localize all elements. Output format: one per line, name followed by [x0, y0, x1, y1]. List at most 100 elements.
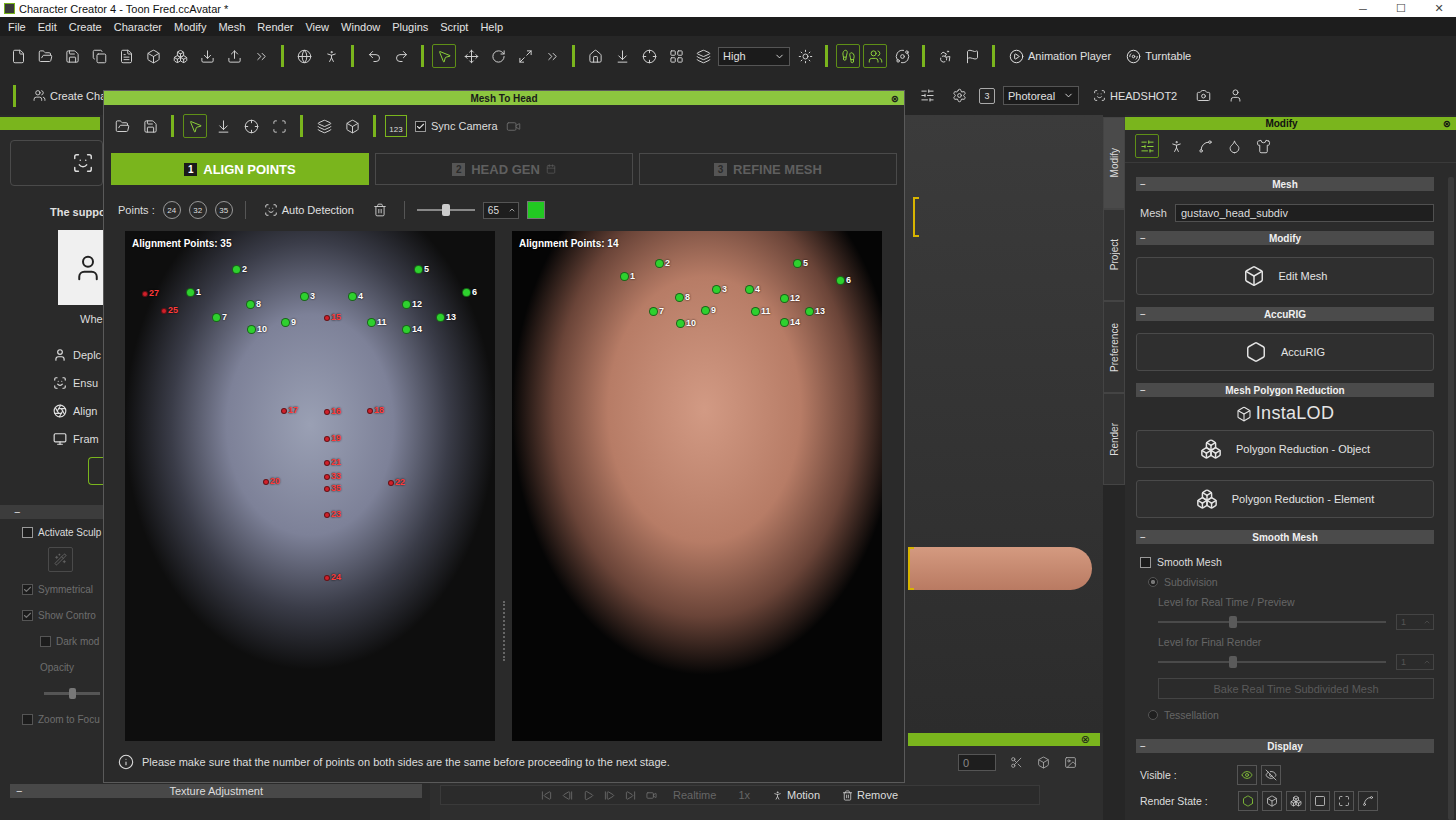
- speed-dropdown[interactable]: 1x: [732, 789, 756, 801]
- alignment-point[interactable]: 9: [701, 306, 716, 315]
- alignment-point[interactable]: 6: [836, 276, 851, 285]
- toolbar-button[interactable]: [502, 114, 526, 138]
- menu-item[interactable]: Script: [434, 21, 474, 33]
- render-state-toggle[interactable]: [1334, 791, 1354, 811]
- icon-tab[interactable]: [1193, 134, 1217, 158]
- toolbar-button[interactable]: [239, 114, 263, 138]
- headshot-button[interactable]: HEADSHOT2: [1087, 89, 1183, 102]
- toolbar-button[interactable]: [459, 44, 483, 68]
- toolbar-button[interactable]: [141, 44, 165, 68]
- alignment-point[interactable]: 1: [620, 272, 635, 281]
- motion-button[interactable]: Motion: [766, 789, 826, 801]
- side-tab[interactable]: Project: [1103, 209, 1125, 301]
- toolbar-button[interactable]: [312, 114, 336, 138]
- icon-tab[interactable]: [1135, 134, 1159, 158]
- section-bar[interactable]: −Mesh: [1136, 177, 1434, 191]
- toolbar-button[interactable]: [249, 44, 273, 68]
- menu-item[interactable]: Mesh: [212, 21, 251, 33]
- point-preset-button[interactable]: 32: [189, 201, 207, 219]
- alignment-point[interactable]: 8: [675, 293, 690, 302]
- animation-player-button[interactable]: Animation Player: [1003, 49, 1117, 64]
- render-state-toggle[interactable]: [1286, 791, 1306, 811]
- alignment-point[interactable]: 13: [436, 313, 456, 322]
- slider-knob[interactable]: [1229, 656, 1237, 668]
- viewport-button[interactable]: [915, 84, 939, 108]
- toolbar-button[interactable]: [890, 44, 914, 68]
- viewport-button[interactable]: [1191, 84, 1215, 108]
- point-preset-button[interactable]: 35: [215, 201, 233, 219]
- point-color-swatch[interactable]: [527, 201, 545, 219]
- alignment-point[interactable]: 8: [246, 300, 261, 309]
- clear-points-button[interactable]: [368, 198, 392, 222]
- toolbar-button[interactable]: [340, 114, 364, 138]
- alignment-view[interactable]: Alignment Points: 3512345678910111213141…: [125, 231, 495, 741]
- level-slider[interactable]: 1: [1136, 612, 1434, 632]
- toolbar-button[interactable]: [222, 44, 246, 68]
- section-bar[interactable]: −Modify: [1136, 231, 1434, 245]
- viewport-button[interactable]: [1223, 84, 1247, 108]
- smooth-mesh-checkbox[interactable]: Smooth Mesh: [1136, 552, 1434, 572]
- view-splitter[interactable]: [503, 601, 506, 661]
- toolbar-button[interactable]: [933, 44, 957, 68]
- checkbox[interactable]: [1140, 557, 1151, 568]
- toolbar-button[interactable]: [114, 44, 138, 68]
- section-bar[interactable]: −Smooth Mesh: [1136, 530, 1434, 544]
- section-bar[interactable]: −Display: [1136, 739, 1434, 753]
- level-spinner[interactable]: 1: [1396, 614, 1434, 630]
- quality-dropdown[interactable]: High: [718, 47, 790, 66]
- level-spinner[interactable]: 1: [1396, 654, 1434, 670]
- alignment-view[interactable]: Alignment Points: 141234567891011121314: [512, 231, 882, 741]
- checkbox[interactable]: [415, 121, 426, 132]
- point-size-slider[interactable]: [417, 209, 475, 211]
- icon-tab[interactable]: [1222, 134, 1246, 158]
- alignment-point[interactable]: 12: [780, 294, 800, 303]
- toolbar-button[interactable]: [610, 44, 634, 68]
- toolbar-button[interactable]: [960, 44, 984, 68]
- alignment-point[interactable]: 22: [388, 478, 405, 487]
- alignment-point[interactable]: 21: [324, 458, 341, 467]
- render-state-toggle[interactable]: [1262, 791, 1282, 811]
- alignment-point[interactable]: 11: [367, 318, 387, 327]
- scrollbar[interactable]: [1448, 177, 1454, 820]
- polygon-reduction-button[interactable]: Polygon Reduction - Object: [1136, 430, 1434, 468]
- alignment-point[interactable]: 9: [281, 318, 296, 327]
- toolbar-button[interactable]: [6, 44, 30, 68]
- alignment-point[interactable]: 23: [324, 510, 341, 519]
- menu-item[interactable]: Help: [474, 21, 509, 33]
- alignment-point[interactable]: 20: [263, 477, 280, 486]
- toolbar-button[interactable]: [540, 44, 564, 68]
- alignment-point[interactable]: 5: [414, 265, 429, 274]
- alignment-point[interactable]: 33: [324, 472, 341, 481]
- render-state-toggle[interactable]: [1238, 791, 1258, 811]
- toolbar-button[interactable]: [110, 114, 134, 138]
- checkbox[interactable]: [22, 584, 33, 595]
- frame-spinner[interactable]: 0: [958, 754, 996, 771]
- alignment-point[interactable]: 13: [805, 307, 825, 316]
- menu-item[interactable]: Character: [108, 21, 168, 33]
- side-tab[interactable]: Preference: [1103, 301, 1125, 393]
- menu-item[interactable]: View: [299, 21, 335, 33]
- toolbar-button[interactable]: [691, 44, 715, 68]
- realtime-button[interactable]: Realtime: [667, 789, 722, 801]
- action-button[interactable]: [88, 457, 103, 485]
- alignment-point[interactable]: 24: [324, 573, 341, 582]
- step-tab[interactable]: 1ALIGN POINTS: [111, 153, 369, 185]
- alignment-point[interactable]: 14: [402, 325, 422, 334]
- calendar-badge[interactable]: 3: [979, 88, 995, 104]
- alignment-point[interactable]: 2: [232, 265, 247, 274]
- accurig-button[interactable]: AccuRIG: [1136, 333, 1434, 371]
- section-bar[interactable]: −AccuRIG: [1136, 307, 1434, 321]
- edit-mesh-button[interactable]: Edit Mesh: [1136, 257, 1434, 295]
- polygon-reduction-button[interactable]: Polygon Reduction - Element: [1136, 480, 1434, 518]
- point-numbers-toggle[interactable]: 123: [385, 115, 407, 137]
- alignment-point[interactable]: 14: [780, 318, 800, 327]
- alignment-point[interactable]: 2: [655, 259, 670, 268]
- alignment-point[interactable]: 10: [247, 325, 267, 334]
- alignment-point[interactable]: 15: [324, 313, 341, 322]
- alignment-point[interactable]: 19: [324, 434, 341, 443]
- alignment-point[interactable]: 1: [186, 288, 201, 297]
- alignment-point[interactable]: 3: [300, 292, 315, 301]
- toolbar-button[interactable]: [211, 114, 235, 138]
- icon-tab[interactable]: [1251, 134, 1275, 158]
- menu-item[interactable]: Plugins: [386, 21, 434, 33]
